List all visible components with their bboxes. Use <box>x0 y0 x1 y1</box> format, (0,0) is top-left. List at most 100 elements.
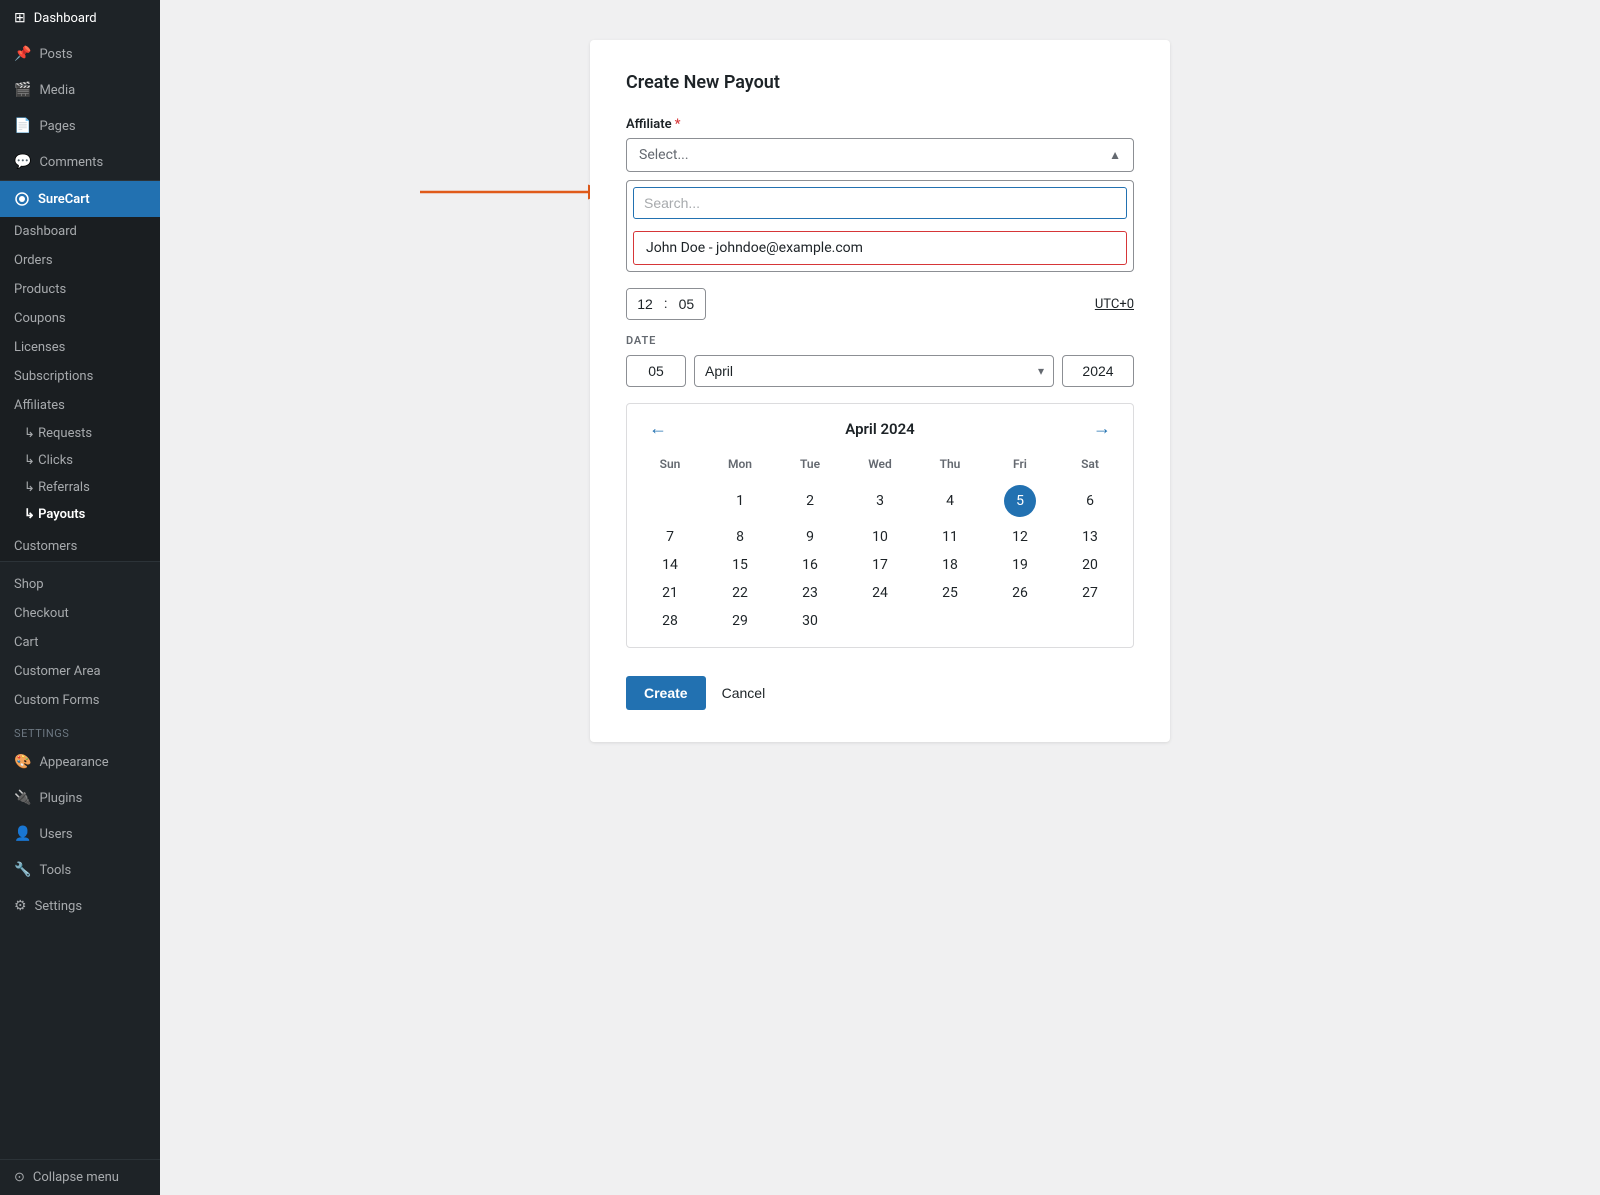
sidebar-item-sc-products[interactable]: Products <box>0 275 160 304</box>
sidebar-item-label: Posts <box>39 47 72 62</box>
sidebar-item-sc-clicks[interactable]: ↳ Clicks <box>0 447 160 474</box>
sidebar-item-shop[interactable]: Shop <box>0 570 160 599</box>
cal-dow-tue: Tue <box>775 453 845 479</box>
date-month-select[interactable]: JanuaryFebruaryMarch AprilMayJune JulyAu… <box>694 355 1054 387</box>
calendar-day-cell[interactable]: 18 <box>915 551 985 579</box>
calendar-month-title: April 2024 <box>845 420 914 438</box>
calendar-day-cell[interactable]: 14 <box>635 551 705 579</box>
calendar-day-cell[interactable]: 20 <box>1055 551 1125 579</box>
sidebar-item-label: Users <box>39 827 72 842</box>
sidebar-item-dashboard-top[interactable]: ⊞ Dashboard <box>0 0 160 36</box>
surecart-label: SureCart <box>38 192 90 207</box>
sidebar-item-label: Tools <box>39 863 71 878</box>
calendar-day-cell[interactable]: 7 <box>635 523 705 551</box>
sidebar-item-sc-subscriptions[interactable]: Subscriptions <box>0 362 160 391</box>
sidebar-item-posts[interactable]: 📌 Posts <box>0 36 160 72</box>
search-wrap <box>627 181 1133 225</box>
calendar-day-cell[interactable]: 3 <box>845 479 915 523</box>
calendar-grid: Sun Mon Tue Wed Thu Fri Sat 123456789101… <box>635 453 1125 635</box>
time-input-group: : <box>626 288 706 320</box>
calendar-day-cell[interactable]: 23 <box>775 579 845 607</box>
calendar-day-cell[interactable]: 15 <box>705 551 775 579</box>
sidebar-item-sc-dashboard[interactable]: Dashboard <box>0 217 160 246</box>
calendar-day-cell[interactable]: 13 <box>1055 523 1125 551</box>
dropdown-option-john-doe[interactable]: John Doe - johndoe@example.com <box>633 231 1127 265</box>
calendar-prev-button[interactable]: ← <box>643 416 673 441</box>
sidebar-item-sc-licenses[interactable]: Licenses <box>0 333 160 362</box>
calendar-day-cell[interactable]: 9 <box>775 523 845 551</box>
calendar-day-cell[interactable]: 12 <box>985 523 1055 551</box>
calendar-day-cell[interactable]: 17 <box>845 551 915 579</box>
calendar-day-cell <box>985 607 1055 635</box>
sidebar-item-custom-forms[interactable]: Custom Forms <box>0 686 160 715</box>
plugins-icon: 🔌 <box>14 790 31 806</box>
sidebar-item-checkout[interactable]: Checkout <box>0 599 160 628</box>
utc-label[interactable]: UTC+0 <box>1095 297 1134 312</box>
sidebar-item-sc-customers[interactable]: Customers <box>0 532 160 561</box>
sidebar-item-plugins[interactable]: 🔌 Plugins <box>0 780 160 816</box>
sidebar-item-label: Settings <box>35 899 82 914</box>
calendar-day-cell[interactable]: 29 <box>705 607 775 635</box>
sidebar-item-comments[interactable]: 💬 Comments <box>0 144 160 180</box>
calendar-day-cell[interactable]: 1 <box>705 479 775 523</box>
calendar-day-cell[interactable]: 19 <box>985 551 1055 579</box>
calendar-day-cell[interactable]: 26 <box>985 579 1055 607</box>
date-row: JanuaryFebruaryMarch AprilMayJune JulyAu… <box>626 355 1134 387</box>
calendar-day-cell[interactable]: 22 <box>705 579 775 607</box>
create-button[interactable]: Create <box>626 676 706 710</box>
sidebar-item-media[interactable]: 🎬 Media <box>0 72 160 108</box>
dashboard-icon: ⊞ <box>14 10 26 26</box>
cancel-button[interactable]: Cancel <box>718 676 770 710</box>
cal-dow-mon: Mon <box>705 453 775 479</box>
date-section: DATE JanuaryFebruaryMarch AprilMayJune J… <box>626 334 1134 648</box>
sidebar-item-label: Media <box>39 83 75 98</box>
sidebar-item-sc-affiliates[interactable]: Affiliates <box>0 391 160 420</box>
sidebar-item-surecart[interactable]: SureCart <box>0 180 160 217</box>
sidebar-item-sc-requests[interactable]: ↳ Requests <box>0 420 160 447</box>
collapse-icon: ⊙ <box>14 1170 25 1185</box>
calendar-day-cell[interactable]: 21 <box>635 579 705 607</box>
sidebar-item-customer-area[interactable]: Customer Area <box>0 657 160 686</box>
calendar-day-cell[interactable]: 6 <box>1055 479 1125 523</box>
date-month-wrapper: JanuaryFebruaryMarch AprilMayJune JulyAu… <box>694 355 1054 387</box>
date-section-label: DATE <box>626 334 1134 347</box>
calendar-day-cell[interactable]: 24 <box>845 579 915 607</box>
calendar-day-cell <box>1055 607 1125 635</box>
calendar-day-cell[interactable]: 5 <box>985 479 1055 523</box>
calendar-day-cell <box>845 607 915 635</box>
sidebar-item-sc-referrals[interactable]: ↳ Referrals <box>0 474 160 501</box>
media-icon: 🎬 <box>14 82 31 98</box>
calendar-next-button[interactable]: → <box>1087 416 1117 441</box>
calendar-day-cell[interactable]: 4 <box>915 479 985 523</box>
calendar-day-cell[interactable]: 10 <box>845 523 915 551</box>
settings-icon: ⚙ <box>14 898 27 914</box>
calendar-day-cell[interactable]: 30 <box>775 607 845 635</box>
sidebar-item-cart[interactable]: Cart <box>0 628 160 657</box>
calendar-day-cell[interactable]: 16 <box>775 551 845 579</box>
sidebar-item-sc-payouts[interactable]: ↳ Payouts <box>0 501 160 528</box>
affiliate-select[interactable]: Select... ▲ <box>626 138 1134 172</box>
sidebar-item-settings[interactable]: ⚙ Settings <box>0 888 160 924</box>
sidebar-item-tools[interactable]: 🔧 Tools <box>0 852 160 888</box>
calendar-day-cell[interactable]: 27 <box>1055 579 1125 607</box>
calendar-day-cell[interactable]: 8 <box>705 523 775 551</box>
sidebar-item-sc-coupons[interactable]: Coupons <box>0 304 160 333</box>
sidebar-item-users[interactable]: 👤 Users <box>0 816 160 852</box>
collapse-menu-button[interactable]: ⊙ Collapse menu <box>0 1159 160 1195</box>
sidebar-item-appearance[interactable]: 🎨 Appearance <box>0 744 160 780</box>
time-minute-input[interactable] <box>668 289 704 319</box>
date-day-input[interactable] <box>626 355 686 387</box>
calendar-day-cell[interactable]: 28 <box>635 607 705 635</box>
calendar-week-row: 78910111213 <box>635 523 1125 551</box>
sidebar-item-sc-orders[interactable]: Orders <box>0 246 160 275</box>
comments-icon: 💬 <box>14 154 31 170</box>
calendar-day-cell[interactable]: 2 <box>775 479 845 523</box>
affiliate-search-input[interactable] <box>633 187 1127 219</box>
sidebar-item-label: Pages <box>39 119 75 134</box>
sidebar-item-label: Plugins <box>39 791 82 806</box>
calendar-day-cell[interactable]: 25 <box>915 579 985 607</box>
sidebar-item-pages[interactable]: 📄 Pages <box>0 108 160 144</box>
time-hour-input[interactable] <box>627 289 663 319</box>
calendar-day-cell[interactable]: 11 <box>915 523 985 551</box>
date-year-input[interactable] <box>1062 355 1134 387</box>
